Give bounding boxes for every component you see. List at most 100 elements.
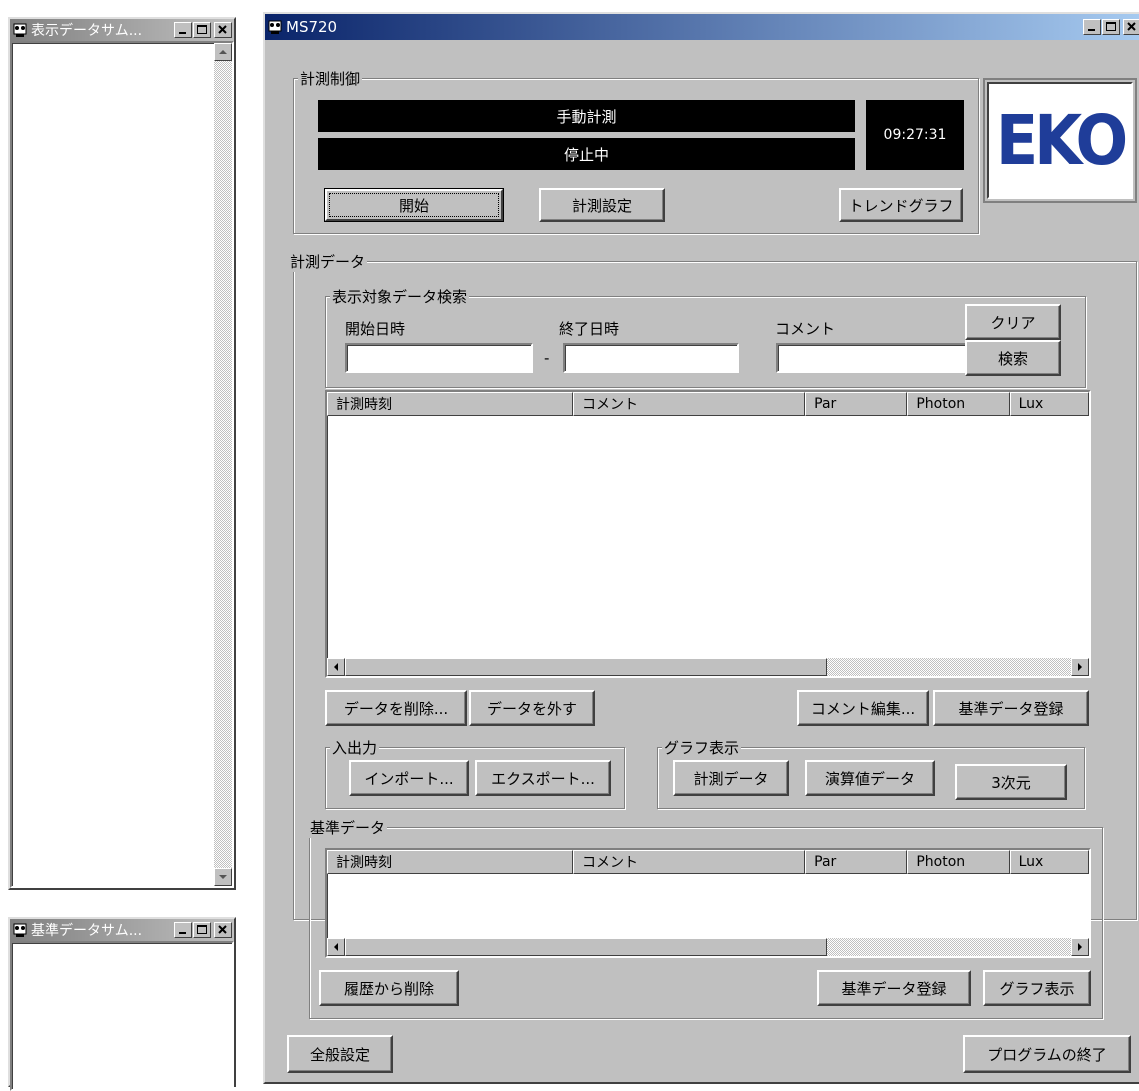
- ref-list-header: 計測時刻 コメント Par Photon Lux: [327, 850, 1089, 874]
- scroll-up-button[interactable]: [214, 43, 232, 61]
- search-button[interactable]: 検索: [965, 340, 1061, 376]
- scroll-left-button[interactable]: [327, 938, 345, 956]
- graph-measure-data-button[interactable]: 計測データ: [673, 760, 789, 796]
- column-header[interactable]: コメント: [573, 392, 806, 416]
- graph-calc-data-button[interactable]: 演算値データ: [805, 760, 935, 796]
- close-icon[interactable]: [214, 922, 232, 938]
- ref-graph-label: グラフ表示: [999, 979, 1075, 998]
- measure-control-label: 計測制御: [298, 68, 363, 89]
- delete-data-label: データを削除...: [343, 699, 449, 718]
- ref-register-button[interactable]: 基準データ登録: [817, 970, 971, 1006]
- graph-group-label: グラフ表示: [662, 737, 742, 758]
- eko-logo: EKO: [987, 82, 1133, 199]
- graph-measure-data-label: 計測データ: [693, 769, 769, 788]
- delete-history-label: 履歴から削除: [343, 979, 434, 998]
- main-title: MS720: [286, 18, 338, 36]
- vertical-scrollbar[interactable]: [214, 43, 232, 886]
- comment-field[interactable]: [776, 343, 974, 373]
- scroll-right-button[interactable]: [1071, 938, 1089, 956]
- graph-calc-data-label: 演算値データ: [824, 769, 915, 788]
- measure-data-label: 計測データ: [288, 251, 368, 272]
- export-button[interactable]: エクスポート...: [475, 760, 611, 796]
- start-datetime-field[interactable]: [345, 343, 533, 373]
- edit-comment-label: コメント編集...: [810, 699, 916, 718]
- scroll-left-button[interactable]: [327, 658, 345, 676]
- column-header[interactable]: Lux: [1009, 392, 1089, 416]
- remove-data-label: データを外す: [486, 699, 577, 718]
- import-button[interactable]: インポート...: [349, 760, 469, 796]
- horizontal-scrollbar[interactable]: [327, 658, 1089, 676]
- delete-data-button[interactable]: データを削除...: [325, 690, 467, 726]
- clear-button[interactable]: クリア: [965, 304, 1061, 340]
- comment-label: コメント: [775, 320, 836, 338]
- measure-settings-button[interactable]: 計測設定: [539, 188, 665, 222]
- maximize-icon[interactable]: [193, 922, 211, 938]
- display-data-window: 表示データサム...: [8, 17, 236, 890]
- column-header[interactable]: Lux: [1009, 850, 1089, 874]
- measure-settings-label: 計測設定: [571, 196, 632, 215]
- edit-comment-button[interactable]: コメント編集...: [797, 690, 929, 726]
- io-group-label: 入出力: [330, 737, 380, 758]
- ref-data-titlebar[interactable]: 基準データサム...: [10, 919, 234, 941]
- mode-display: 手動計測: [318, 100, 855, 132]
- column-header[interactable]: Photon: [907, 850, 1010, 874]
- close-icon[interactable]: [214, 22, 232, 38]
- minimize-icon[interactable]: [174, 22, 192, 38]
- main-titlebar[interactable]: MS720: [265, 14, 1139, 40]
- column-header[interactable]: Par: [805, 850, 908, 874]
- range-dash: -: [544, 349, 550, 367]
- graph-3d-label: 3次元: [991, 773, 1031, 792]
- exit-program-button[interactable]: プログラムの終了: [963, 1035, 1131, 1073]
- column-header[interactable]: 計測時刻: [327, 392, 574, 416]
- close-icon[interactable]: [1123, 19, 1139, 35]
- start-datetime-label: 開始日時: [345, 320, 406, 338]
- clear-label: クリア: [990, 313, 1036, 332]
- export-label: エクスポート...: [491, 769, 595, 788]
- column-header[interactable]: Photon: [907, 392, 1010, 416]
- maximize-icon[interactable]: [193, 22, 211, 38]
- main-window: MS720 計測制御 手動計測 停止中 09:27:31 開始 計測設定 トレン…: [263, 12, 1139, 1084]
- minimize-icon[interactable]: [1083, 19, 1101, 35]
- ref-register-label: 基準データ登録: [841, 979, 947, 998]
- display-data-titlebar[interactable]: 表示データサム...: [10, 19, 234, 41]
- import-label: インポート...: [364, 769, 454, 788]
- ref-data-group-label: 基準データ: [308, 817, 388, 838]
- column-header[interactable]: コメント: [573, 850, 806, 874]
- ref-horizontal-scrollbar[interactable]: [327, 938, 1089, 956]
- app-icon: [13, 923, 27, 937]
- display-data-title: 表示データサム...: [31, 23, 143, 39]
- scroll-down-button[interactable]: [214, 868, 232, 886]
- start-button-label: 開始: [398, 196, 429, 215]
- ref-graph-button[interactable]: グラフ表示: [983, 970, 1091, 1006]
- app-icon: [268, 20, 282, 34]
- measure-data-list[interactable]: 計測時刻 コメント Par Photon Lux: [325, 390, 1091, 678]
- ref-data-title: 基準データサム...: [31, 923, 143, 939]
- graph-3d-button[interactable]: 3次元: [955, 764, 1067, 800]
- remove-data-button[interactable]: データを外す: [469, 690, 595, 726]
- trend-graph-button[interactable]: トレンドグラフ: [839, 188, 963, 222]
- end-datetime-field[interactable]: [563, 343, 739, 373]
- app-icon: [13, 23, 27, 37]
- maximize-icon[interactable]: [1102, 19, 1120, 35]
- delete-history-button[interactable]: 履歴から削除: [319, 970, 459, 1006]
- ref-data-window: 基準データサム...: [8, 917, 236, 1091]
- minimize-icon[interactable]: [174, 922, 192, 938]
- exit-program-label: プログラムの終了: [987, 1045, 1107, 1064]
- column-header[interactable]: 計測時刻: [327, 850, 574, 874]
- column-header[interactable]: Par: [805, 392, 908, 416]
- general-settings-label: 全般設定: [309, 1045, 370, 1064]
- scroll-thumb[interactable]: [345, 938, 827, 956]
- search-label: 検索: [997, 349, 1028, 368]
- end-datetime-label: 終了日時: [559, 320, 620, 338]
- register-ref-data-label: 基準データ登録: [958, 699, 1064, 718]
- scroll-thumb[interactable]: [345, 658, 827, 676]
- ref-data-list[interactable]: 計測時刻 コメント Par Photon Lux: [325, 848, 1091, 958]
- scroll-right-button[interactable]: [1071, 658, 1089, 676]
- trend-graph-label: トレンドグラフ: [848, 196, 954, 215]
- status-display: 停止中: [318, 138, 855, 170]
- start-button[interactable]: 開始: [324, 188, 504, 222]
- search-group-label: 表示対象データ検索: [330, 286, 470, 307]
- register-ref-data-button[interactable]: 基準データ登録: [933, 690, 1089, 726]
- logo-text: EKO: [995, 100, 1128, 181]
- general-settings-button[interactable]: 全般設定: [287, 1035, 393, 1073]
